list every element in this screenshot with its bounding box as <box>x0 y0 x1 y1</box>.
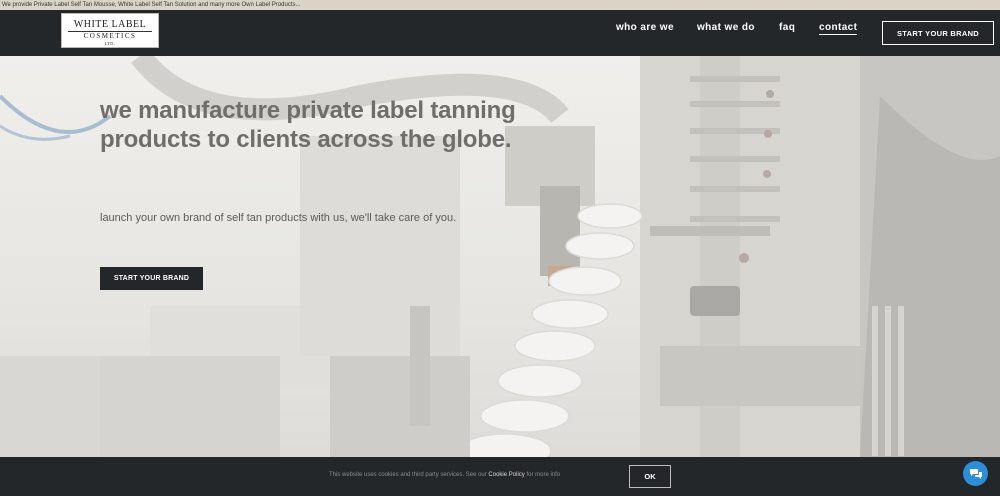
hero-start-brand-button[interactable]: START YOUR BRAND <box>100 267 203 290</box>
logo-line-1: WHITE LABEL <box>73 19 147 30</box>
nav-contact[interactable]: contact <box>819 22 858 35</box>
nav-what-we-do[interactable]: what we do <box>697 22 755 33</box>
cookie-text: This website uses cookies and third part… <box>329 472 560 478</box>
chat-bubble-icon[interactable] <box>963 461 988 486</box>
logo-line-3: LTD. <box>104 41 116 46</box>
chat-icon <box>969 468 982 479</box>
cookie-ok-button[interactable]: OK <box>629 465 671 488</box>
header-start-brand-button[interactable]: START YOUR BRAND <box>882 21 994 45</box>
cookie-policy-link[interactable]: Cookie Policy <box>488 472 524 478</box>
announcement-bar: We provide Private Label Self Tan Mousse… <box>0 0 1000 10</box>
hero-subtitle: launch your own brand of self tan produc… <box>100 212 457 224</box>
logo[interactable]: WHITE LABEL COSMETICS LTD. <box>61 13 159 48</box>
cookie-text-before: This website uses cookies and third part… <box>329 472 489 478</box>
logo-line-2: COSMETICS <box>83 32 137 40</box>
hero-title: we manufacture private label tanning pro… <box>100 97 516 153</box>
site-header: WHITE LABEL COSMETICS LTD. who are we wh… <box>0 10 1000 56</box>
announcement-text: We provide Private Label Self Tan Mousse… <box>2 2 301 8</box>
nav-faq[interactable]: faq <box>779 22 795 33</box>
cookie-banner: This website uses cookies and third part… <box>0 457 1000 496</box>
cookie-text-after: for more info <box>524 472 561 478</box>
hero-section: we manufacture private label tanning pro… <box>0 56 1000 457</box>
nav-who-are-we[interactable]: who are we <box>616 22 674 33</box>
